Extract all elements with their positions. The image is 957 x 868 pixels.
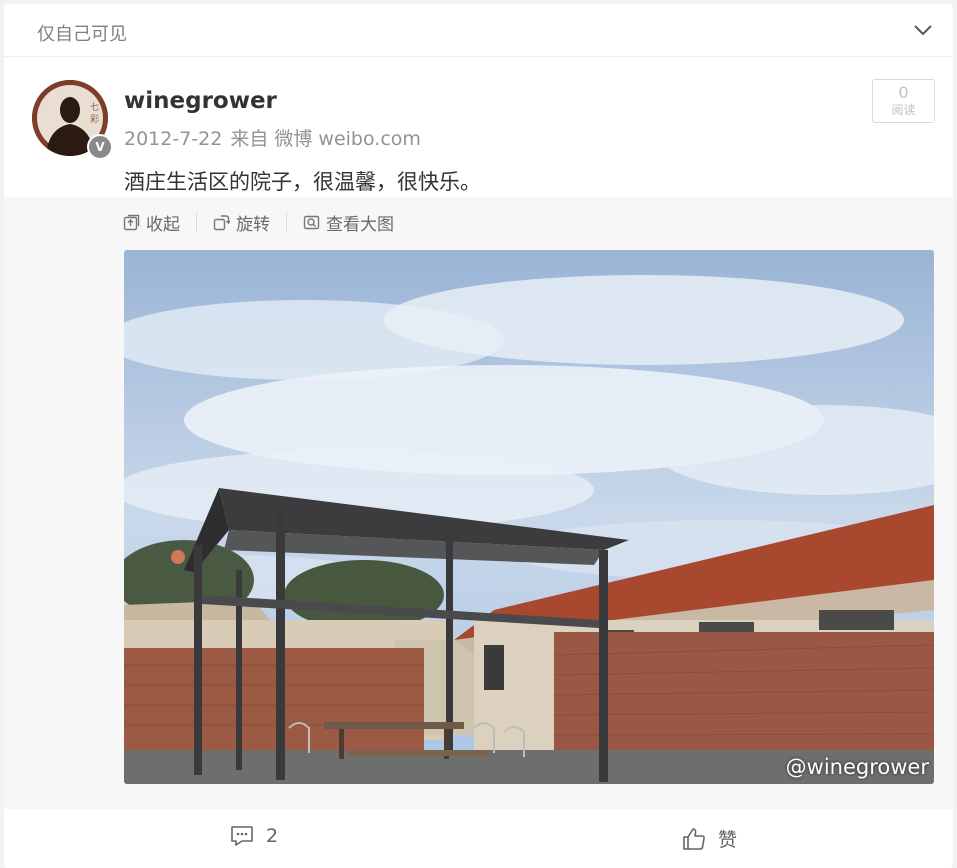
- post-footer: 2 赞: [4, 809, 953, 868]
- post-header-bar: 仅自己可见: [4, 4, 953, 57]
- like-label: 赞: [718, 829, 738, 851]
- svg-text:彩: 彩: [90, 114, 99, 125]
- collapse-icon: [123, 214, 140, 230]
- divider: [286, 212, 287, 232]
- divider: [196, 212, 197, 232]
- rotate-button[interactable]: 旋转: [213, 210, 270, 235]
- post-card: 仅自己可见 七 彩 V winegrower 2012-7-22 来自 微博 we…: [4, 4, 953, 868]
- view-large-label: 查看大图: [326, 214, 394, 235]
- post-date[interactable]: 2012-7-22: [124, 128, 222, 150]
- verified-badge: V: [87, 134, 113, 160]
- view-large-icon: [303, 215, 320, 229]
- comment-icon: [231, 826, 253, 846]
- post-photo[interactable]: @winegrower: [124, 250, 934, 784]
- post-text: 酒庄生活区的院子，很温馨，很快乐。: [124, 170, 481, 194]
- svg-text:七: 七: [90, 102, 99, 113]
- rotate-icon: [213, 214, 230, 230]
- collapse-button[interactable]: 收起: [123, 210, 180, 235]
- comment-button[interactable]: 2: [230, 825, 278, 847]
- read-label: 阅读: [891, 103, 916, 117]
- rotate-label: 旋转: [236, 214, 270, 235]
- post-source: 来自 微博 weibo.com: [230, 128, 421, 150]
- read-count-box: 0 阅读: [872, 79, 935, 123]
- read-count: 0: [898, 83, 909, 102]
- view-large-button[interactable]: 查看大图: [303, 210, 394, 235]
- collapse-label: 收起: [146, 214, 180, 235]
- thumbs-up-icon: [683, 827, 705, 850]
- username-link[interactable]: winegrower: [124, 88, 277, 114]
- media-area: 收起 旋转 查看大图 @winegrower: [4, 197, 953, 809]
- post-meta: 2012-7-22 来自 微博 weibo.com: [124, 124, 429, 151]
- media-actions: 收起 旋转 查看大图: [123, 209, 394, 235]
- like-button[interactable]: 赞: [682, 825, 737, 852]
- photo-watermark: @winegrower: [785, 755, 929, 779]
- visibility-label: 仅自己可见: [37, 24, 127, 45]
- chevron-down-icon[interactable]: [913, 22, 933, 38]
- comment-count: 2: [266, 825, 279, 847]
